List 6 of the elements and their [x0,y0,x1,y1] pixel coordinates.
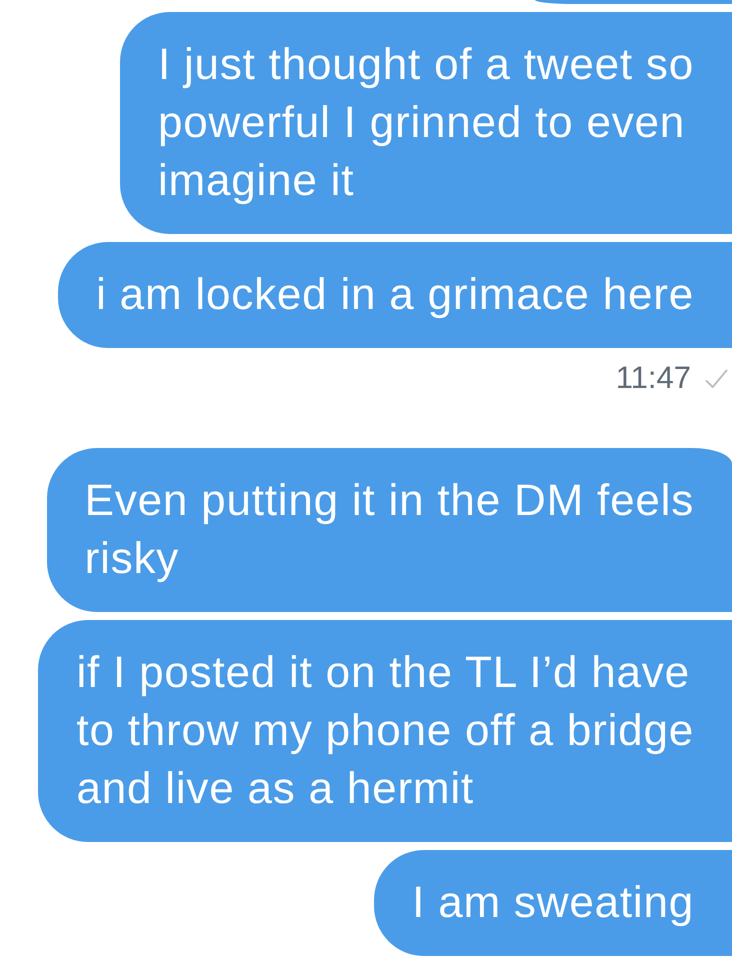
message-bubble: if I posted it on the TL I’d have to throw my phone off a bridge and live as a hermit [38,620,732,842]
message-bubble: I am sweating [374,850,732,956]
message-bubble: i am locked in a grimace here [58,242,732,348]
message-time: 11:47 [616,360,691,396]
message-bubble: I just thought of a tweet so powerful I grinned to even imagine it [120,12,732,234]
message-bubble: Even putting it in the DM feels risky [46,448,732,612]
